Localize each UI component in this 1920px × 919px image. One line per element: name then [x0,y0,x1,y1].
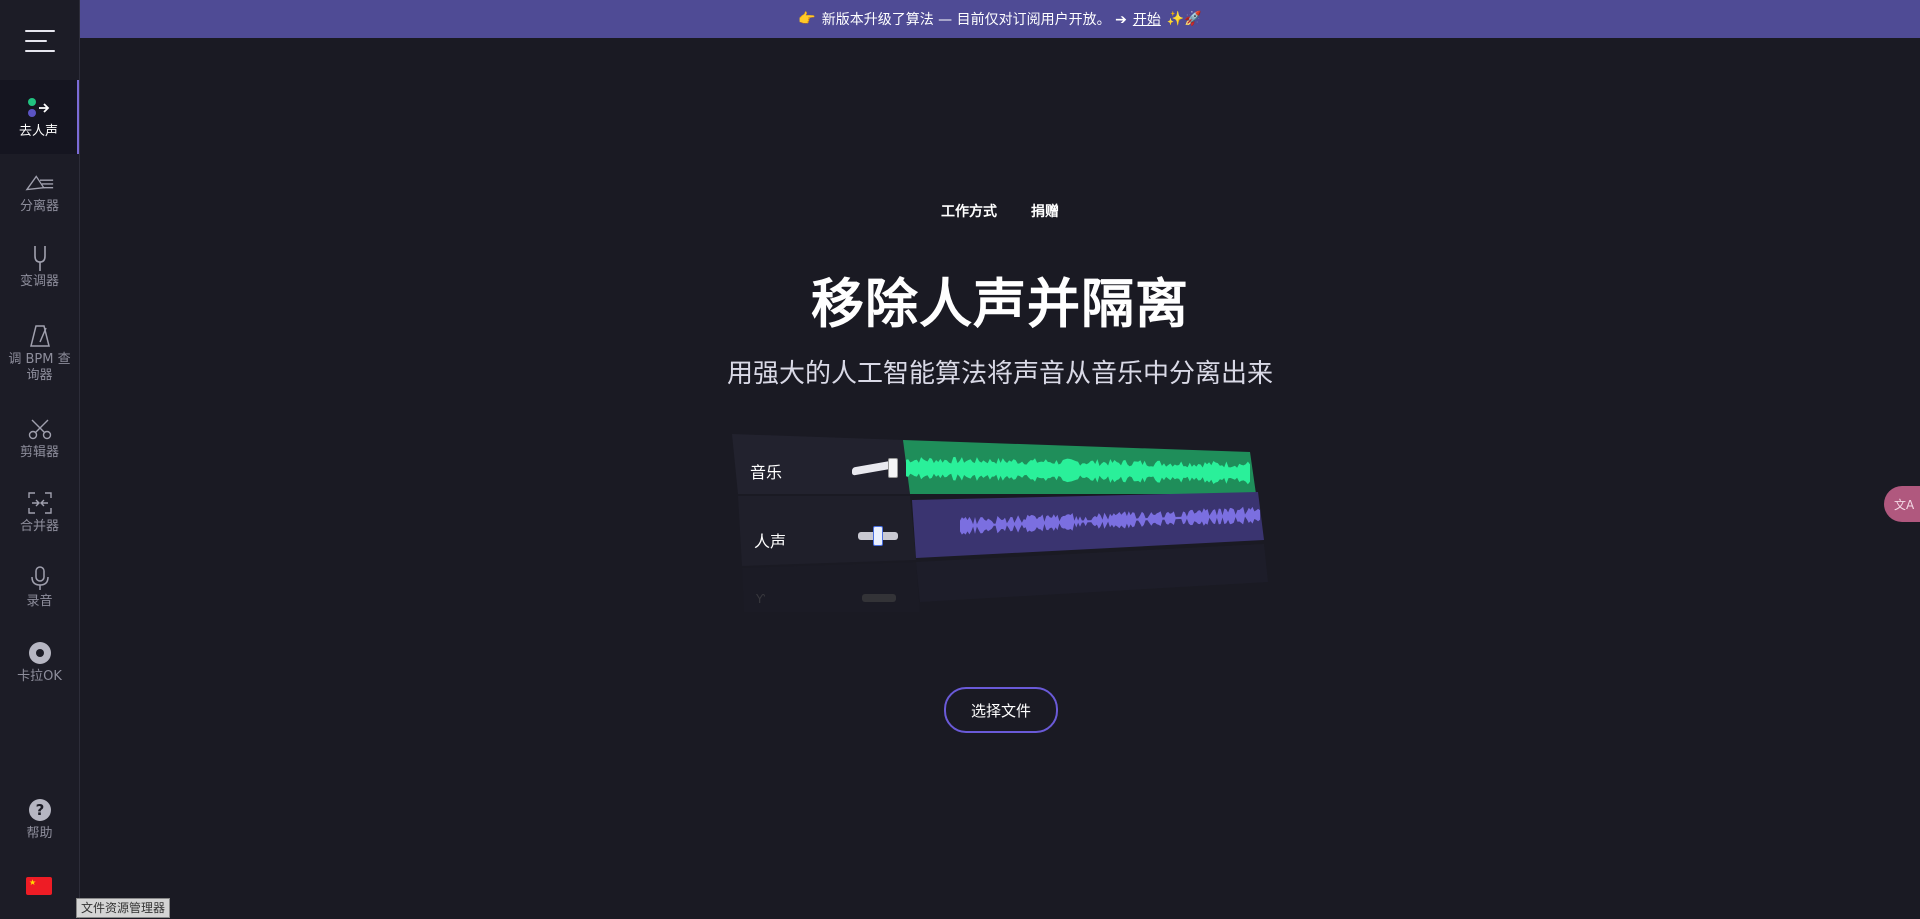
music-volume-knob [888,458,898,478]
metronome-icon [25,322,55,350]
top-links: 工作方式 捐赠 [0,201,1920,221]
sidebar-item-label: 变调器 [19,274,59,289]
faded-volume-slider [862,594,896,602]
sidebar-item-label: 去人声 [18,124,58,139]
sidebar-item-joiner[interactable]: 合并器 [0,475,79,549]
svg-text:文A: 文A [1894,497,1914,512]
china-flag-icon[interactable]: ★ [26,877,52,895]
sidebar-item-label: 调 BPM 查询器 [8,352,71,383]
sidebar-item-label: 卡拉OK [17,669,62,684]
donate-link[interactable]: 捐赠 [1031,201,1059,221]
sidebar-item-label: 帮助 [26,826,53,841]
sidebar-item-label: 合并器 [19,519,59,534]
help-icon: ? [25,796,55,824]
banner-text: 新版本升级了算法 — 目前仅对订阅用户开放。 ➔ [821,12,1127,28]
sidebar-item-label: 剪辑器 [19,445,59,460]
vocal-remover-icon [24,94,54,122]
scissors-icon [25,415,55,443]
separation-illustration: 音乐 人声 Ƴ [730,432,1270,612]
menu-icon[interactable] [25,30,55,52]
sidebar-item-cutter[interactable]: 剪辑器 [0,401,79,475]
page-title: 移除人声并隔离 [811,274,1189,335]
vocal-track-label: 人声 [754,532,787,551]
microphone-icon [25,564,55,592]
splitter-icon [24,169,55,197]
translate-icon[interactable]: 文A [1884,486,1920,522]
banner-start-link[interactable]: 开始 [1133,9,1161,29]
pointing-hand-icon: 👉 [798,11,816,27]
sidebar-item-help[interactable]: ? 帮助 [0,782,79,856]
sidebar: 去人声 分离器 变调器 调 BPM 查询器 剪辑器 合并器 录音 卡拉OK ? … [0,0,80,919]
sidebar-item-label: 录音 [26,594,53,609]
sidebar-item-recorder[interactable]: 录音 [0,550,79,624]
choose-file-button[interactable]: 选择文件 [944,687,1058,733]
disc-icon [25,639,55,667]
how-it-works-link[interactable]: 工作方式 [941,201,997,221]
page-subtitle: 用强大的人工智能算法将声音从音乐中分离出来 [726,359,1273,389]
sidebar-item-bpm-finder[interactable]: 调 BPM 查询器 [0,311,79,395]
sidebar-item-vocal-remover[interactable]: 去人声 [0,80,79,154]
music-track-label: 音乐 [750,463,783,482]
guitar-track-icon: Ƴ [756,592,765,606]
svg-text:?: ? [35,801,44,819]
sparkles-rocket-icon: ✨🚀 [1166,11,1202,27]
tuning-fork-icon [25,244,55,272]
vocal-volume-knob [873,526,883,546]
sidebar-item-pitcher[interactable]: 变调器 [0,230,79,304]
joiner-icon [25,489,55,517]
sidebar-item-karaoke[interactable]: 卡拉OK [0,625,79,699]
file-explorer-tooltip: 文件资源管理器 [76,898,171,918]
announcement-banner: 👉 新版本升级了算法 — 目前仅对订阅用户开放。 ➔ 开始 ✨🚀 [80,0,1920,38]
